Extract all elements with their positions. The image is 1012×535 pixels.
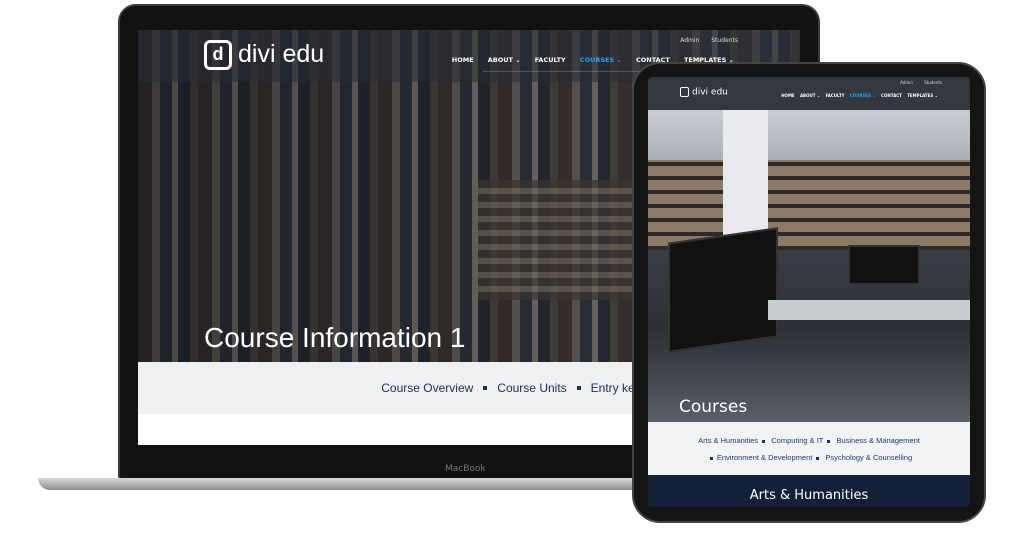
nav-courses[interactable]: COURSES ⌄ [850, 93, 876, 98]
monitor [668, 227, 778, 353]
site-logo[interactable]: divi edu [680, 87, 728, 98]
nav-contact[interactable]: CONTACT [881, 93, 902, 98]
sub-link-overview[interactable]: Course Overview [381, 381, 473, 395]
nav-courses[interactable]: COURSES ⌄ [580, 56, 622, 64]
macbook-label: MacBook [445, 464, 486, 474]
admin-link[interactable]: Admin [680, 37, 699, 44]
nav-home[interactable]: HOME [781, 93, 794, 98]
category-nav: Arts & Humanities Computing & IT Busines… [648, 422, 970, 475]
bullet [816, 456, 820, 460]
bullet [827, 439, 831, 443]
nav-faculty[interactable]: FACULTY [826, 93, 845, 98]
category-business[interactable]: Business & Management [836, 436, 919, 445]
category-arts[interactable]: Arts & Humanities [698, 436, 758, 445]
nav-home[interactable]: HOME [452, 56, 474, 64]
admin-link[interactable]: Admin [900, 80, 913, 85]
bullet [576, 386, 581, 390]
bullet [483, 386, 488, 390]
category-psychology[interactable]: Psychology & Counselling [825, 453, 912, 462]
nav-about[interactable]: ABOUT ⌄ [800, 93, 820, 98]
nav-about[interactable]: ABOUT ⌄ [488, 56, 521, 64]
bullet [709, 456, 713, 460]
nav-faculty[interactable]: FACULTY [535, 56, 566, 64]
logo-text: divi edu [692, 87, 728, 98]
logo-text: divi edu [238, 40, 325, 68]
students-link[interactable]: Students [711, 37, 738, 44]
hero-image [648, 110, 970, 422]
students-link[interactable]: Students [924, 80, 942, 85]
hero-title: Course Information 1 [204, 322, 466, 353]
top-bar: Admin Students [670, 37, 738, 44]
hero-image-shelf [478, 180, 638, 300]
site-logo[interactable]: d divi edu [204, 40, 325, 71]
sub-link-units[interactable]: Course Units [497, 381, 566, 395]
category-environment[interactable]: Environment & Development [717, 453, 812, 462]
tablet-screen: Admin Students divi edu HOME ABOUT ⌄ FAC… [648, 77, 970, 507]
category-computing[interactable]: Computing & IT [771, 436, 823, 445]
top-bar: Admin Students [890, 80, 942, 85]
main-nav: HOME ABOUT ⌄ FACULTY COURSES ⌄ CONTACT T… [777, 93, 938, 98]
desk [768, 300, 970, 320]
logo-icon: d [204, 40, 232, 71]
bookshelf [766, 160, 970, 250]
hero-title: Courses [679, 397, 748, 417]
nav-templates[interactable]: TEMPLATES ⌄ [907, 93, 938, 98]
bullet [762, 439, 766, 443]
section-title: Arts & Humanities [648, 475, 970, 507]
monitor [848, 245, 920, 285]
logo-icon [680, 87, 689, 97]
